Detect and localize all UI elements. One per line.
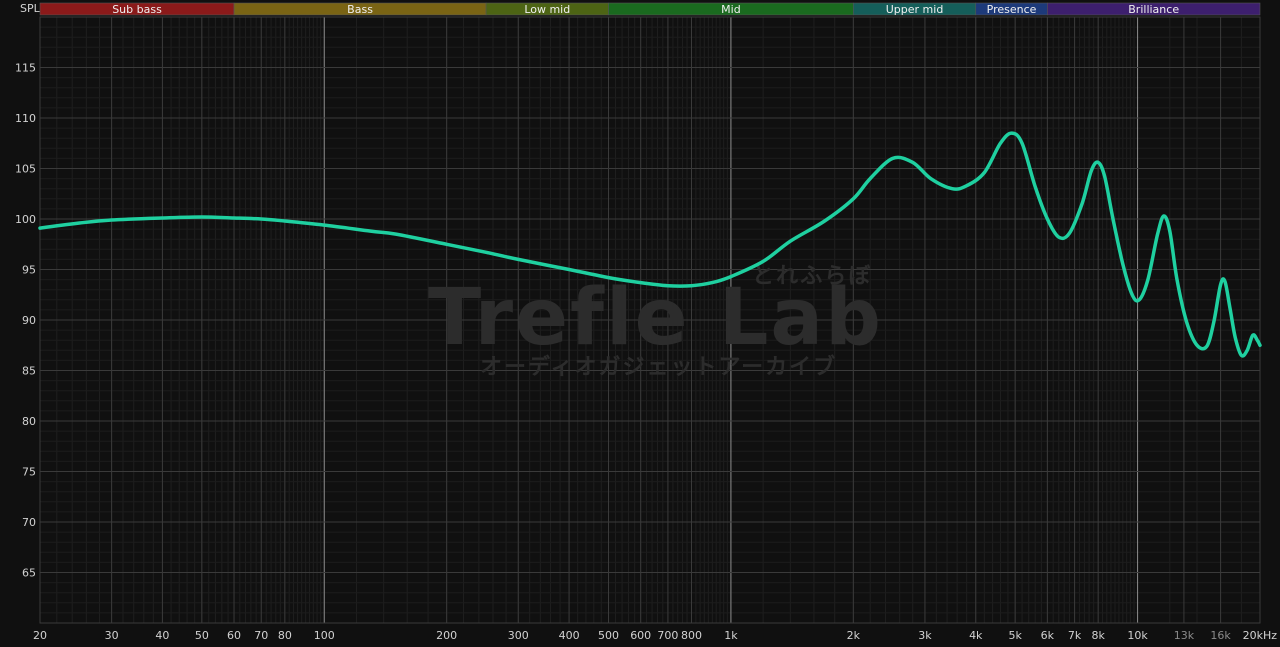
band-label-0: Sub bass [112, 3, 162, 16]
x-tick-label-18: 4k [969, 629, 983, 642]
y-tick-label-10: 115 [15, 62, 36, 75]
y-tick-label-9: 110 [15, 112, 36, 125]
x-tick-label-25: 16k [1210, 629, 1231, 642]
y-tick-label-7: 100 [15, 213, 36, 226]
x-tick-label-6: 80 [278, 629, 292, 642]
x-tick-label-1: 30 [105, 629, 119, 642]
x-tick-label-9: 300 [508, 629, 529, 642]
x-tick-label-5: 70 [254, 629, 268, 642]
y-tick-label-3: 80 [22, 415, 36, 428]
band-label-4: Upper mid [886, 3, 944, 16]
y-tick-label-1: 70 [22, 516, 36, 529]
watermark-kana: とれふらぼ [752, 264, 872, 289]
frequency-response-chart: SPL Sub bass Bass Low mid Mid Upper mid Prese… [0, 0, 1280, 647]
x-tick-label-17: 3k [918, 629, 932, 642]
x-tick-label-2: 40 [155, 629, 169, 642]
y-axis-label: SPL [20, 2, 41, 15]
x-tick-label-0: 20 [33, 629, 47, 642]
y-tick-label-0: 65 [22, 567, 36, 580]
x-tick-label-19: 5k [1008, 629, 1022, 642]
band-label-3: Mid [721, 3, 741, 16]
y-tick-label-6: 95 [22, 264, 36, 277]
x-tick-label-16: 2k [847, 629, 861, 642]
x-tick-label-11: 500 [598, 629, 619, 642]
x-tick-label-26: 20kHz [1243, 629, 1278, 642]
watermark: Trefle Lab とれふらぼ オーディオガジェットアーカイブ [428, 264, 881, 380]
y-tick-label-5: 90 [22, 314, 36, 327]
band-label-2: Low mid [524, 3, 570, 16]
y-tick-label-8: 105 [15, 163, 36, 176]
x-tick-label-8: 200 [436, 629, 457, 642]
x-tick-label-20: 6k [1041, 629, 1055, 642]
y-tick-label-4: 85 [22, 365, 36, 378]
x-tick-label-7: 100 [314, 629, 335, 642]
x-tick-label-12: 600 [630, 629, 651, 642]
band-label-5: Presence [987, 3, 1037, 16]
x-tick-label-13: 700 [657, 629, 678, 642]
watermark-subtitle: オーディオガジェットアーカイブ [480, 354, 837, 380]
x-tick-label-4: 60 [227, 629, 241, 642]
x-tick-label-10: 400 [559, 629, 580, 642]
x-tick-label-14: 800 [681, 629, 702, 642]
band-label-1: Bass [347, 3, 373, 16]
y-tick-label-2: 75 [22, 466, 36, 479]
x-tick-label-24: 13k [1174, 629, 1195, 642]
x-tick-label-15: 1k [724, 629, 738, 642]
frequency-band-bar: Sub bass Bass Low mid Mid Upper mid Presence B… [39, 2, 1261, 16]
x-tick-label-21: 7k [1068, 629, 1082, 642]
x-tick-label-3: 50 [195, 629, 209, 642]
x-tick-label-23: 10k [1127, 629, 1148, 642]
x-tick-label-22: 8k [1091, 629, 1105, 642]
band-label-6: Brilliance [1128, 3, 1179, 16]
